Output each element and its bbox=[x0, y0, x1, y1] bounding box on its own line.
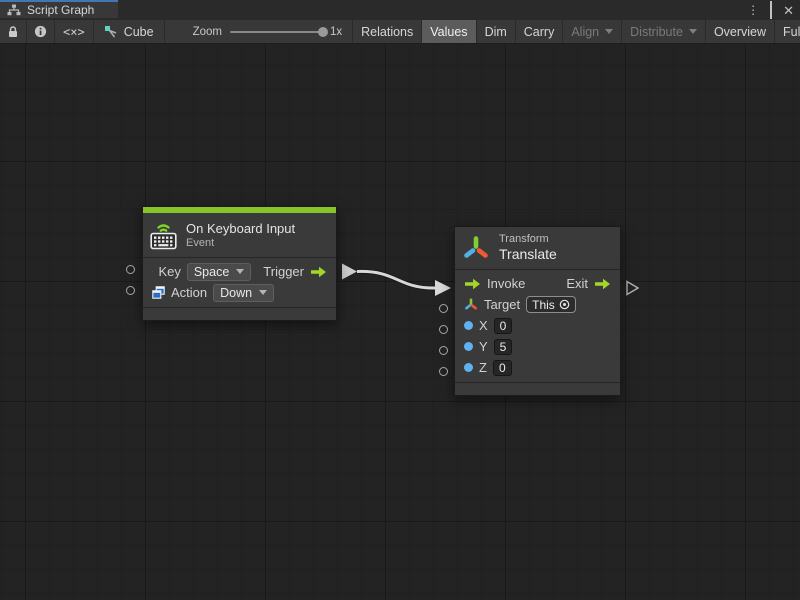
trigger-flow-arrow-icon[interactable] bbox=[310, 266, 327, 278]
distribute-dropdown[interactable]: Distribute bbox=[622, 20, 706, 43]
node-body: Key Space Trigger bbox=[143, 258, 336, 307]
target-port[interactable] bbox=[439, 304, 448, 313]
graph-toolbar: <×> Cube Zoom 1x Relations Values Dim Ca… bbox=[0, 20, 800, 44]
tab-title: Script Graph bbox=[27, 3, 94, 17]
node-header[interactable]: On Keyboard Input Event bbox=[143, 213, 336, 258]
y-row: Y 5 bbox=[455, 336, 620, 357]
code-preview-button[interactable]: <×> bbox=[55, 20, 94, 43]
align-dropdown[interactable]: Align bbox=[563, 20, 622, 43]
y-port[interactable] bbox=[439, 346, 448, 355]
y-label: Y bbox=[479, 339, 488, 354]
close-icon[interactable]: ✕ bbox=[783, 4, 794, 17]
exit-flow-arrow-icon[interactable] bbox=[594, 278, 611, 290]
chevron-down-icon bbox=[605, 29, 613, 34]
zoom-label: Zoom bbox=[193, 26, 222, 38]
wire-target-arrow[interactable] bbox=[435, 280, 451, 296]
invoke-exit-row: Invoke Exit bbox=[455, 273, 620, 294]
target-row: Target This bbox=[455, 294, 620, 315]
target-label: Target bbox=[484, 297, 520, 312]
x-input[interactable]: 0 bbox=[494, 318, 513, 334]
z-label: Z bbox=[479, 360, 487, 375]
lock-button[interactable] bbox=[0, 20, 27, 43]
node-subtitle: Event bbox=[186, 237, 295, 249]
x-row: X 0 bbox=[455, 315, 620, 336]
action-row: Action Down bbox=[143, 282, 336, 303]
node-category: Transform bbox=[499, 233, 557, 245]
zoom-value: 1x bbox=[330, 26, 342, 38]
carry-button[interactable]: Carry bbox=[516, 20, 564, 43]
lock-icon bbox=[7, 25, 19, 38]
graph-hierarchy-icon bbox=[7, 4, 21, 16]
dim-button[interactable]: Dim bbox=[477, 20, 516, 43]
value-port-dot-icon bbox=[464, 342, 473, 351]
action-label: Action bbox=[171, 285, 207, 300]
title-bar: Script Graph ⋮ ✕ bbox=[0, 0, 800, 20]
info-icon bbox=[34, 25, 47, 38]
connection-wire bbox=[0, 44, 800, 600]
target-value-chip[interactable]: This bbox=[526, 296, 576, 313]
key-label: Key bbox=[158, 264, 180, 279]
chevron-down-icon bbox=[259, 290, 267, 295]
tab-script-graph[interactable]: Script Graph bbox=[0, 0, 118, 18]
trigger-label: Trigger bbox=[263, 264, 304, 279]
enum-type-icon bbox=[152, 286, 165, 299]
key-row: Key Space Trigger bbox=[143, 261, 336, 282]
key-port[interactable] bbox=[126, 265, 135, 274]
node-body: Invoke Exit Target This bbox=[455, 270, 620, 382]
node-footer bbox=[455, 382, 620, 395]
exit-port-triangle[interactable] bbox=[627, 282, 638, 295]
target-picker-icon bbox=[559, 299, 570, 310]
relations-button[interactable]: Relations bbox=[353, 20, 422, 43]
graph-target-group[interactable]: Cube bbox=[94, 20, 165, 43]
fullscreen-button[interactable]: Full Screen bbox=[775, 20, 800, 43]
script-graph-window: Script Graph ⋮ ✕ <×> bbox=[0, 0, 800, 600]
invoke-label: Invoke bbox=[487, 276, 525, 291]
node-translate[interactable]: Transform Translate Invoke Exit bbox=[454, 226, 621, 396]
wire-source-arrow[interactable] bbox=[342, 264, 357, 280]
node-on-keyboard-input[interactable]: On Keyboard Input Event Key Space bbox=[142, 206, 337, 321]
titlebar-controls: ⋮ ✕ bbox=[747, 0, 794, 20]
exit-label: Exit bbox=[566, 276, 588, 291]
action-port[interactable] bbox=[126, 286, 135, 295]
value-port-dot-icon bbox=[464, 321, 473, 330]
chevron-down-icon bbox=[236, 269, 244, 274]
info-button[interactable] bbox=[27, 20, 55, 43]
action-dropdown[interactable]: Down bbox=[213, 284, 274, 302]
keyboard-event-icon bbox=[150, 219, 177, 250]
value-port-dot-icon bbox=[464, 363, 473, 372]
node-title: Translate bbox=[499, 246, 557, 262]
zoom-control: Zoom 1x bbox=[165, 20, 353, 43]
transform-mini-icon bbox=[464, 298, 478, 311]
y-input[interactable]: 5 bbox=[494, 339, 513, 355]
maximize-icon[interactable] bbox=[770, 4, 772, 17]
node-footer bbox=[143, 307, 336, 320]
overview-button[interactable]: Overview bbox=[706, 20, 775, 43]
chevron-down-icon bbox=[689, 29, 697, 34]
graph-pointer-icon bbox=[104, 25, 118, 39]
graph-canvas[interactable]: On Keyboard Input Event Key Space bbox=[0, 44, 800, 600]
graph-target-label: Cube bbox=[124, 25, 154, 39]
z-port[interactable] bbox=[439, 367, 448, 376]
zoom-slider-knob[interactable] bbox=[318, 27, 328, 37]
invoke-flow-arrow-icon[interactable] bbox=[464, 278, 481, 290]
node-header[interactable]: Transform Translate bbox=[455, 227, 620, 270]
transform-icon bbox=[462, 235, 490, 261]
x-label: X bbox=[479, 318, 488, 333]
node-title: On Keyboard Input bbox=[186, 221, 295, 236]
z-input[interactable]: 0 bbox=[493, 360, 512, 376]
x-port[interactable] bbox=[439, 325, 448, 334]
values-button[interactable]: Values bbox=[422, 20, 476, 43]
window-menu-icon[interactable]: ⋮ bbox=[747, 4, 759, 16]
key-dropdown[interactable]: Space bbox=[187, 263, 251, 281]
zoom-slider[interactable] bbox=[230, 31, 322, 33]
z-row: Z 0 bbox=[455, 357, 620, 378]
